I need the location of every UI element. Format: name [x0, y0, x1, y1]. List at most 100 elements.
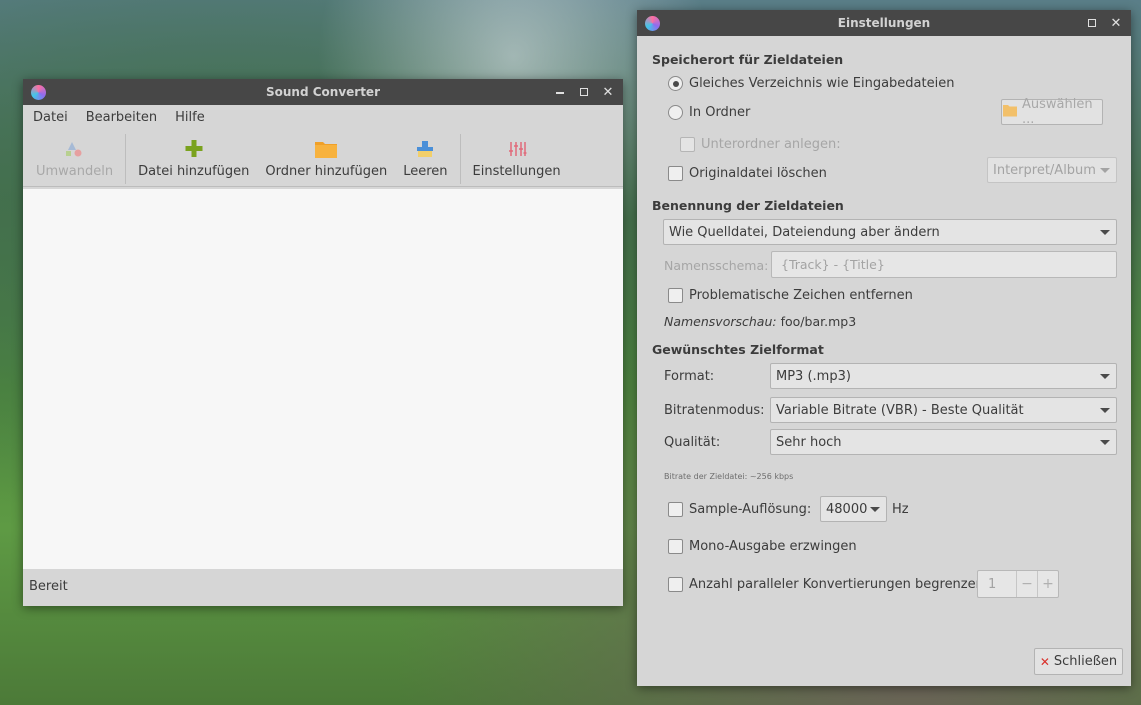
subfolder-pattern-select[interactable]: Interpret/Album [987, 157, 1117, 183]
preview-label: Namensvorschau: [664, 314, 777, 329]
resample-rate-select[interactable]: 48000 [820, 496, 887, 522]
maximize-button[interactable] [1083, 14, 1101, 32]
resample-unit: Hz [892, 502, 909, 517]
preferences-button[interactable]: Einstellungen [465, 134, 569, 179]
convert-label: Umwandeln [36, 164, 114, 179]
minimize-icon [556, 92, 564, 94]
format-heading: Gewünschtes Zielformat [652, 342, 824, 357]
radio-same-folder[interactable]: Gleiches Verzeichnis wie Eingabedateien [668, 76, 954, 91]
prefs-window-title: Einstellungen [837, 16, 931, 30]
radio-button-selected[interactable] [668, 76, 683, 91]
maximize-icon [580, 88, 588, 96]
parallel-count-value: 1 [988, 576, 997, 592]
status-text: Bereit [29, 579, 68, 594]
close-icon: ✕ [1110, 15, 1122, 31]
close-icon: ✕ [1039, 654, 1050, 669]
format-label: Format: [664, 369, 715, 384]
plus-icon [184, 134, 204, 164]
toolbar: Umwandeln Datei hinzufügen Ordner hinzuf… [23, 130, 623, 187]
preferences-window: Einstellungen ✕ Speicherort für Zieldate… [637, 10, 1131, 686]
preview-value: foo/bar.mp3 [780, 314, 857, 329]
in-folder-label: In Ordner [689, 105, 751, 120]
quality-select[interactable]: Sehr hoch [770, 429, 1117, 455]
remove-chars-row[interactable]: Problematische Zeichen entfernen [668, 288, 913, 303]
mono-checkbox[interactable] [668, 539, 683, 554]
folder-icon [1002, 103, 1018, 121]
bitrate-note: Bitrate der Zieldatei: ~256 kbps [664, 472, 794, 481]
menu-datei[interactable]: Datei [33, 110, 68, 125]
app-icon [31, 84, 46, 100]
statusbar: Bereit [23, 569, 623, 604]
pattern-input-value: {Track} - {Title} [781, 257, 885, 272]
main-titlebar[interactable]: Sound Converter ✕ [23, 79, 623, 105]
close-dialog-button[interactable]: ✕ Schließen [1034, 648, 1123, 675]
chevron-down-icon [1100, 373, 1110, 379]
subfolder-checkbox-row[interactable]: Unterordner anlegen: [680, 137, 841, 152]
app-icon [645, 15, 660, 31]
preferences-body: Speicherort für Zieldateien Gleiches Ver… [637, 36, 1131, 686]
parallel-limit-checkbox[interactable] [668, 577, 683, 592]
bitrate-mode-value: Variable Bitrate (VBR) - Beste Qualität [776, 402, 1024, 418]
format-select[interactable]: MP3 (.mp3) [770, 363, 1117, 389]
pattern-input[interactable]: {Track} - {Title} [771, 251, 1117, 278]
prefs-titlebar[interactable]: Einstellungen ✕ [637, 10, 1131, 36]
close-button[interactable]: ✕ [1107, 14, 1125, 32]
pattern-label: Namensschema: [664, 258, 769, 273]
resample-label: Sample-Auflösung: [689, 502, 812, 517]
resample-row[interactable]: Sample-Auflösung: [668, 502, 811, 517]
equalizer-icon [507, 134, 527, 164]
file-list[interactable] [23, 189, 623, 569]
delete-original-label: Originaldatei löschen [689, 166, 827, 181]
same-folder-label: Gleiches Verzeichnis wie Eingabedateien [689, 76, 955, 91]
bitrate-mode-select[interactable]: Variable Bitrate (VBR) - Beste Qualität [770, 397, 1117, 423]
close-button[interactable]: ✕ [599, 83, 617, 101]
maximize-icon [1088, 19, 1096, 27]
clear-label: Leeren [403, 164, 448, 179]
add-folder-label: Ordner hinzufügen [265, 164, 388, 179]
chevron-down-icon [1100, 439, 1110, 445]
quality-value: Sehr hoch [776, 434, 842, 450]
subfolder-checkbox[interactable] [680, 137, 695, 152]
chevron-down-icon [1100, 229, 1110, 235]
convert-icon [64, 134, 86, 164]
close-dialog-label: Schließen [1053, 654, 1118, 669]
choose-folder-label: Auswählen ... [1022, 97, 1093, 127]
minus-icon[interactable]: − [1016, 571, 1037, 597]
parallel-limit-row[interactable]: Anzahl paralleler Konvertierungen begren… [668, 577, 984, 592]
bitrate-mode-label: Bitratenmodus: [664, 403, 765, 418]
delete-original-row[interactable]: Originaldatei löschen [668, 166, 827, 181]
plus-icon[interactable]: + [1037, 571, 1058, 597]
chevron-down-icon [870, 506, 880, 512]
menu-hilfe[interactable]: Hilfe [175, 110, 205, 125]
choose-folder-button[interactable]: Auswählen ... [1001, 97, 1103, 127]
maximize-button[interactable] [575, 83, 593, 101]
folder-icon [314, 134, 338, 164]
name-preview: Namensvorschau: foo/bar.mp3 [664, 314, 856, 329]
menubar: Datei Bearbeiten Hilfe [23, 105, 623, 130]
sound-converter-window: Sound Converter ✕ Datei Bearbeiten Hilfe… [23, 79, 623, 606]
resample-rate-value: 48000 [826, 501, 868, 517]
convert-button[interactable]: Umwandeln [23, 134, 121, 179]
preferences-label: Einstellungen [472, 164, 561, 179]
location-heading: Speicherort für Zieldateien [652, 52, 844, 67]
radio-in-folder[interactable]: In Ordner [668, 105, 750, 120]
toolbar-separator [459, 134, 461, 184]
remove-chars-checkbox[interactable] [668, 288, 683, 303]
chevron-down-icon [1100, 167, 1110, 173]
format-value: MP3 (.mp3) [776, 368, 851, 384]
mono-row[interactable]: Mono-Ausgabe erzwingen [668, 539, 857, 554]
menu-bearbeiten[interactable]: Bearbeiten [86, 110, 157, 125]
resample-checkbox[interactable] [668, 502, 683, 517]
radio-button[interactable] [668, 105, 683, 120]
mono-label: Mono-Ausgabe erzwingen [689, 539, 857, 554]
clear-button[interactable]: Leeren [395, 134, 455, 179]
delete-original-checkbox[interactable] [668, 166, 683, 181]
add-folder-button[interactable]: Ordner hinzufügen [257, 134, 395, 179]
add-file-button[interactable]: Datei hinzufügen [130, 134, 257, 179]
clear-icon [415, 134, 435, 164]
parallel-count-spinner[interactable]: 1 − + [977, 570, 1059, 598]
minimize-button[interactable] [551, 83, 569, 101]
naming-heading: Benennung der Zieldateien [652, 198, 844, 213]
naming-scheme-select[interactable]: Wie Quelldatei, Dateiendung aber ändern [663, 219, 1117, 245]
toolbar-separator [125, 134, 127, 184]
